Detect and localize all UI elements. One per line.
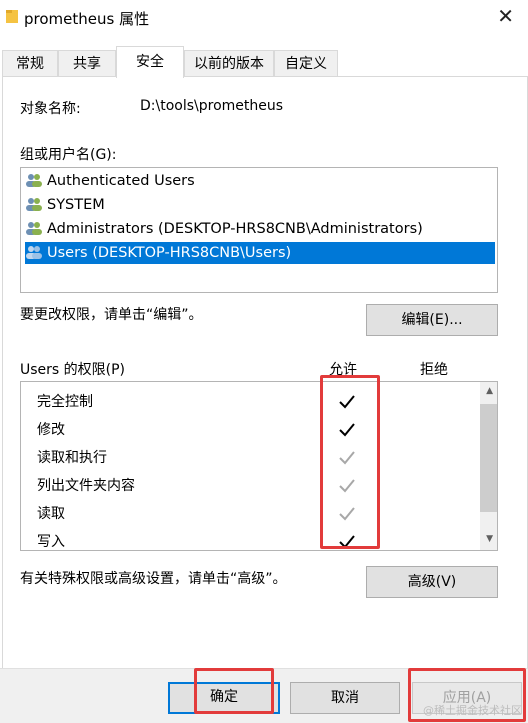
tab-previous-versions[interactable]: 以前的版本 [184, 50, 274, 77]
advanced-hint: 有关特殊权限或高级设置，请单击“高级”。 [20, 571, 287, 587]
watermark-text: @稀土掘金技术社区 [423, 704, 522, 717]
users-icon [26, 246, 42, 259]
permission-row-read: 读取 [37, 506, 65, 522]
scroll-down-icon[interactable]: ▼ [486, 534, 493, 544]
object-name-label: 对象名称: [20, 101, 81, 117]
highlight-box-ok [194, 668, 274, 714]
list-item[interactable]: SYSTEM [25, 194, 495, 216]
object-name-value: D:\tools\prometheus [140, 98, 284, 114]
scrollbar-thumb[interactable] [480, 404, 497, 512]
tab-sharing[interactable]: 共享 [58, 50, 116, 77]
highlight-box-allow [320, 375, 380, 549]
list-item[interactable]: Administrators (DESKTOP-HRS8CNB\Administ… [25, 218, 495, 240]
scroll-up-icon[interactable]: ▲ [486, 386, 493, 396]
folder-icon [6, 10, 18, 23]
permission-row-full-control: 完全控制 [37, 394, 93, 410]
edit-hint: 要更改权限，请单击“编辑”。 [20, 307, 203, 323]
groups-listbox[interactable]: Authenticated Users SYSTEM Administrator… [20, 167, 498, 293]
permission-row-read-execute: 读取和执行 [37, 450, 107, 466]
permission-row-write: 写入 [37, 534, 65, 550]
list-item-label: SYSTEM [47, 197, 105, 213]
users-icon [26, 174, 42, 187]
deny-header: 拒绝 [420, 362, 448, 378]
permissions-list[interactable]: 完全控制 修改 读取和执行 列出文件夹内容 读取 写入 ▲ ▼ [20, 381, 498, 551]
list-item-label: Administrators (DESKTOP-HRS8CNB\Administ… [47, 221, 423, 237]
users-icon [26, 222, 42, 235]
groups-label: 组或用户名(G): [20, 147, 117, 163]
permission-row-list-folder: 列出文件夹内容 [37, 478, 135, 494]
window-title: prometheus 属性 [24, 10, 150, 28]
title-bar: prometheus 属性 ✕ [0, 0, 528, 36]
close-button[interactable]: ✕ [497, 4, 514, 28]
list-item-selected[interactable]: Users (DESKTOP-HRS8CNB\Users) [25, 242, 495, 264]
tab-strip: 常规 共享 安全 以前的版本 自定义 [0, 46, 528, 78]
permissions-label: Users 的权限(P) [20, 362, 126, 378]
tab-security[interactable]: 安全 [116, 46, 184, 78]
tab-customize[interactable]: 自定义 [274, 50, 338, 77]
advanced-button[interactable]: 高级(V) [366, 566, 498, 598]
list-item-label: Users (DESKTOP-HRS8CNB\Users) [47, 245, 292, 261]
list-item-label: Authenticated Users [47, 173, 195, 189]
users-icon [26, 198, 42, 211]
list-item[interactable]: Authenticated Users [25, 170, 495, 192]
edit-button[interactable]: 编辑(E)... [366, 304, 498, 336]
cancel-button[interactable]: 取消 [290, 682, 400, 714]
permission-row-modify: 修改 [37, 422, 65, 438]
tab-general[interactable]: 常规 [2, 50, 58, 77]
